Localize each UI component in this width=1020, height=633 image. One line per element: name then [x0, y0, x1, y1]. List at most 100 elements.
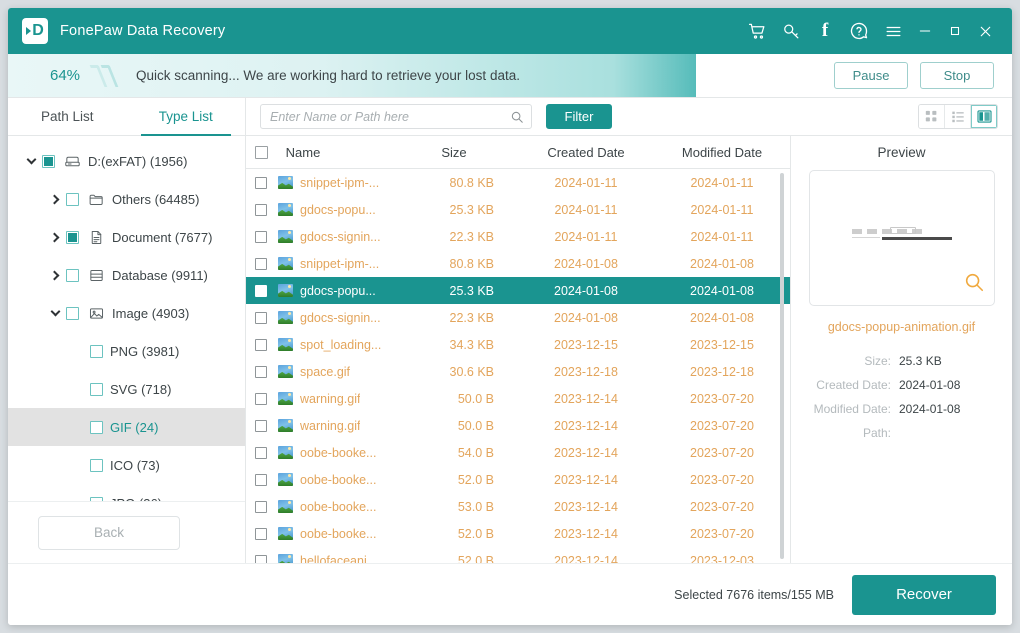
pause-button[interactable]: Pause — [834, 62, 908, 89]
tree-item-checkbox[interactable] — [42, 155, 55, 168]
row-checkbox[interactable] — [255, 501, 267, 513]
tree-item-ico[interactable]: ICO (73) — [8, 446, 245, 484]
row-checkbox[interactable] — [255, 312, 267, 324]
filter-button[interactable]: Filter — [546, 104, 612, 129]
expand-caret-icon[interactable] — [44, 272, 66, 279]
row-checkbox-cell[interactable] — [246, 204, 276, 216]
tree-item-checkbox[interactable] — [66, 269, 79, 282]
menu-icon[interactable] — [876, 14, 910, 48]
tab-path-list[interactable]: Path List — [8, 98, 127, 135]
close-icon[interactable] — [970, 14, 1000, 48]
table-row[interactable]: gdocs-popu...25.3 KB2024-01-082024-01-08 — [246, 277, 790, 304]
split-view-button[interactable] — [971, 105, 997, 128]
collapse-caret-icon[interactable] — [44, 311, 66, 315]
tree-item-others[interactable]: Others (64485) — [8, 180, 245, 218]
thumbnail-view-button[interactable] — [919, 105, 945, 128]
row-checkbox[interactable] — [255, 285, 267, 297]
back-button[interactable]: Back — [38, 516, 180, 550]
table-row[interactable]: oobe-booke...53.0 B2023-12-142023-07-20 — [246, 493, 790, 520]
row-checkbox[interactable] — [255, 393, 267, 405]
table-row[interactable]: oobe-booke...52.0 B2023-12-142023-07-20 — [246, 520, 790, 547]
row-checkbox-cell[interactable] — [246, 393, 276, 405]
row-checkbox[interactable] — [255, 258, 267, 270]
row-created-date: 2023-12-14 — [518, 446, 654, 460]
tree-item-jpg[interactable]: JPG (36) — [8, 484, 245, 501]
tree-item-png[interactable]: PNG (3981) — [8, 332, 245, 370]
tree-item-checkbox[interactable] — [90, 383, 103, 396]
row-checkbox-cell[interactable] — [246, 420, 276, 432]
row-checkbox-cell[interactable] — [246, 312, 276, 324]
row-checkbox-cell[interactable] — [246, 285, 276, 297]
facebook-icon[interactable]: f — [808, 14, 842, 48]
minimize-icon[interactable] — [910, 14, 940, 48]
tree-item-svg[interactable]: SVG (718) — [8, 370, 245, 408]
tree-item-checkbox[interactable] — [66, 307, 79, 320]
tree-item-gif[interactable]: GIF (24) — [8, 408, 245, 446]
expand-caret-icon[interactable] — [44, 196, 66, 203]
row-checkbox-cell[interactable] — [246, 528, 276, 540]
row-checkbox[interactable] — [255, 420, 267, 432]
cart-icon[interactable] — [740, 14, 774, 48]
row-checkbox[interactable] — [255, 204, 267, 216]
table-row[interactable]: hellofaceani...52.0 B2023-12-142023-12-0… — [246, 547, 790, 563]
tree-item-document[interactable]: Document (7677) — [8, 218, 245, 256]
table-row[interactable]: spot_loading...34.3 KB2023-12-152023-12-… — [246, 331, 790, 358]
tree-item-database[interactable]: Database (9911) — [8, 256, 245, 294]
row-checkbox-cell[interactable] — [246, 555, 276, 564]
table-row[interactable]: oobe-booke...54.0 B2023-12-142023-07-20 — [246, 439, 790, 466]
preview-image-box[interactable] — [809, 170, 995, 306]
table-row[interactable]: oobe-booke...52.0 B2023-12-142023-07-20 — [246, 466, 790, 493]
row-checkbox-cell[interactable] — [246, 339, 276, 351]
table-row[interactable]: space.gif30.6 KB2023-12-182023-12-18 — [246, 358, 790, 385]
collapse-caret-icon[interactable] — [20, 159, 42, 163]
row-checkbox[interactable] — [255, 177, 267, 189]
column-header-created-date[interactable]: Created Date — [518, 145, 654, 160]
tree-item-checkbox[interactable] — [90, 459, 103, 472]
select-all-checkbox[interactable] — [255, 146, 268, 159]
row-checkbox[interactable] — [255, 528, 267, 540]
list-view-button[interactable] — [945, 105, 971, 128]
table-row[interactable]: gdocs-signin...22.3 KB2024-01-112024-01-… — [246, 223, 790, 250]
search-input[interactable] — [270, 110, 510, 124]
tree-item-checkbox[interactable] — [66, 193, 79, 206]
tree-item-checkbox[interactable] — [90, 345, 103, 358]
stop-button[interactable]: Stop — [920, 62, 994, 89]
tree-item-checkbox[interactable] — [66, 231, 79, 244]
row-checkbox-cell[interactable] — [246, 177, 276, 189]
tree-item-image[interactable]: Image (4903) — [8, 294, 245, 332]
help-icon[interactable] — [842, 14, 876, 48]
row-checkbox[interactable] — [255, 366, 267, 378]
row-checkbox-cell[interactable] — [246, 501, 276, 513]
expand-caret-icon[interactable] — [44, 234, 66, 241]
column-header-size[interactable]: Size — [390, 145, 518, 160]
row-checkbox[interactable] — [255, 231, 267, 243]
table-row[interactable]: snippet-ipm-...80.8 KB2024-01-082024-01-… — [246, 250, 790, 277]
column-header-name[interactable]: Name — [276, 145, 390, 160]
row-checkbox-cell[interactable] — [246, 447, 276, 459]
row-checkbox-cell[interactable] — [246, 231, 276, 243]
file-list-scrollbar[interactable] — [780, 173, 784, 559]
search-box[interactable] — [260, 104, 532, 129]
row-checkbox-cell[interactable] — [246, 366, 276, 378]
row-checkbox[interactable] — [255, 474, 267, 486]
table-row[interactable]: gdocs-popu...25.3 KB2024-01-112024-01-11 — [246, 196, 790, 223]
maximize-icon[interactable] — [940, 14, 970, 48]
table-row[interactable]: snippet-ipm-...80.8 KB2024-01-112024-01-… — [246, 169, 790, 196]
table-row[interactable]: warning.gif50.0 B2023-12-142023-07-20 — [246, 385, 790, 412]
row-checkbox-cell[interactable] — [246, 474, 276, 486]
key-icon[interactable] — [774, 14, 808, 48]
row-checkbox-cell[interactable] — [246, 258, 276, 270]
tree-item-dexfat[interactable]: D:(exFAT) (1956) — [8, 142, 245, 180]
row-checkbox[interactable] — [255, 555, 267, 564]
table-row[interactable]: warning.gif50.0 B2023-12-142023-07-20 — [246, 412, 790, 439]
select-all-checkbox-cell[interactable] — [246, 146, 276, 159]
recover-button[interactable]: Recover — [852, 575, 996, 615]
row-checkbox[interactable] — [255, 339, 267, 351]
tree-item-checkbox[interactable] — [90, 421, 103, 434]
preview-zoom-icon[interactable] — [963, 271, 985, 298]
image-file-icon — [278, 554, 293, 563]
column-header-modified-date[interactable]: Modified Date — [654, 145, 790, 160]
tab-type-list[interactable]: Type List — [127, 98, 246, 135]
row-checkbox[interactable] — [255, 447, 267, 459]
table-row[interactable]: gdocs-signin...22.3 KB2024-01-082024-01-… — [246, 304, 790, 331]
